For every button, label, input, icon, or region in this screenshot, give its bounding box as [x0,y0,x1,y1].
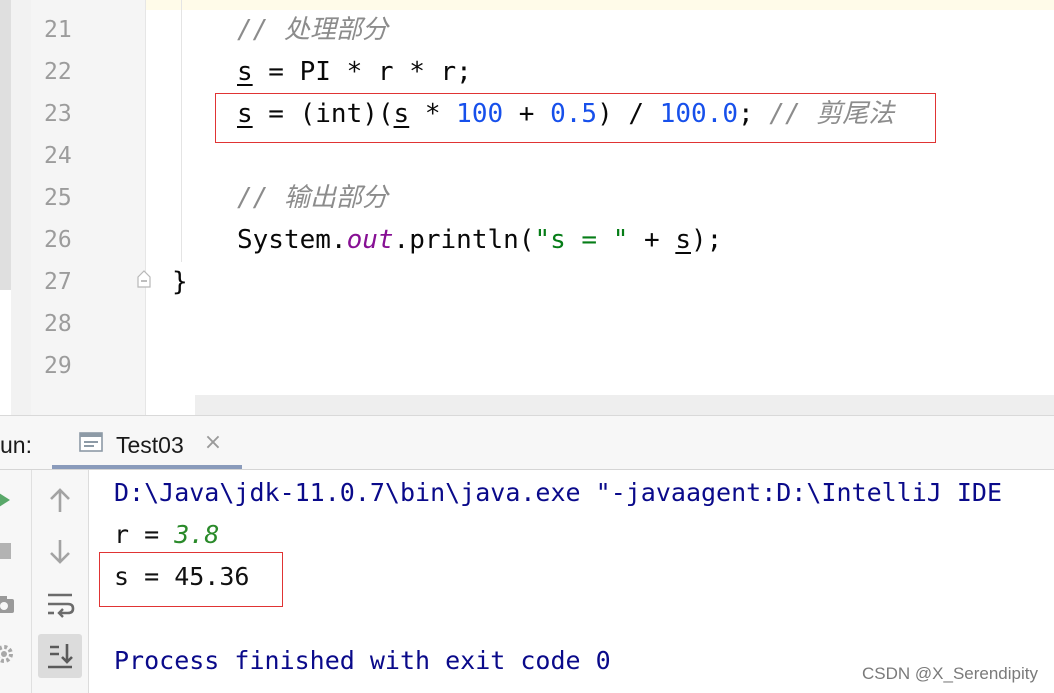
comment-text: 处理部分 [283,15,388,45]
string-literal: "s = " [534,225,629,255]
line-number: 22 [44,59,72,85]
variable-s: s [675,225,691,255]
code-text: = PI * r * r; [252,57,472,87]
scroll-to-end-icon [48,644,73,669]
stop-icon[interactable] [0,540,14,562]
watermark: CSDN @X_Serendipity [862,664,1038,683]
line-number: 21 [44,17,72,43]
output-text: r = [114,520,175,549]
output-value: 3.8 [174,520,220,549]
arrow-down-icon[interactable] [38,530,82,574]
code-text: ); [690,225,723,255]
process-exit-message: Process finished with exit code 0 [114,646,611,675]
settings-icon[interactable] [0,642,16,666]
comment-text: 输出部分 [283,183,388,213]
code-line-22[interactable]: s = PI * r * r; [237,51,472,93]
code-line-25[interactable]: // 输出部分 [237,177,388,219]
line-number: 26 [44,227,72,253]
code-text: + [628,225,676,255]
code-highlight-box [215,93,936,143]
line-number: 23 [44,101,72,127]
line-number: 28 [44,311,72,337]
fold-end-icon[interactable] [136,269,152,289]
code-line-27[interactable]: } [172,261,188,303]
line-number: 27 [44,269,72,295]
console-toolbar [32,470,89,693]
code-editor[interactable]: 21 22 23 24 25 26 27 28 29 // 处理部分 s = P… [0,0,1054,415]
line-number: 25 [44,185,72,211]
arrow-up-icon[interactable] [38,478,82,522]
camera-icon[interactable] [0,592,16,616]
indent-guide [181,0,182,262]
play-icon[interactable] [0,488,16,512]
output-highlight-box [99,552,283,607]
soft-wrap-icon[interactable] [38,582,82,626]
editor-side-strip [11,0,31,415]
scroll-to-end-button[interactable] [38,634,82,678]
console-output-r: r = 3.8 [114,514,219,556]
editor-top-strip [0,0,1054,10]
run-label: un: [0,432,32,458]
variable-s: s [237,57,253,87]
code-text: .println( [393,225,535,255]
line-number: 24 [44,143,72,169]
line-number: 29 [44,353,72,379]
code-text: System. [237,225,347,255]
console-window-icon [79,432,103,452]
editor-left-edge [0,0,11,290]
code-line-26[interactable]: System.out.println("s = " + s); [237,219,722,261]
console-command-line: D:\Java\jdk-11.0.7\bin\java.exe "-javaag… [114,478,1003,507]
field-out: out [346,225,394,255]
close-icon[interactable]: × [203,432,223,454]
horizontal-scrollbar[interactable] [195,395,1054,415]
run-toolbar-left [0,470,32,693]
comment-slashes: // [237,183,269,213]
code-line-21[interactable]: // 处理部分 [237,9,388,51]
comment-slashes: // [237,15,269,45]
tab-label: Test03 [116,432,184,458]
